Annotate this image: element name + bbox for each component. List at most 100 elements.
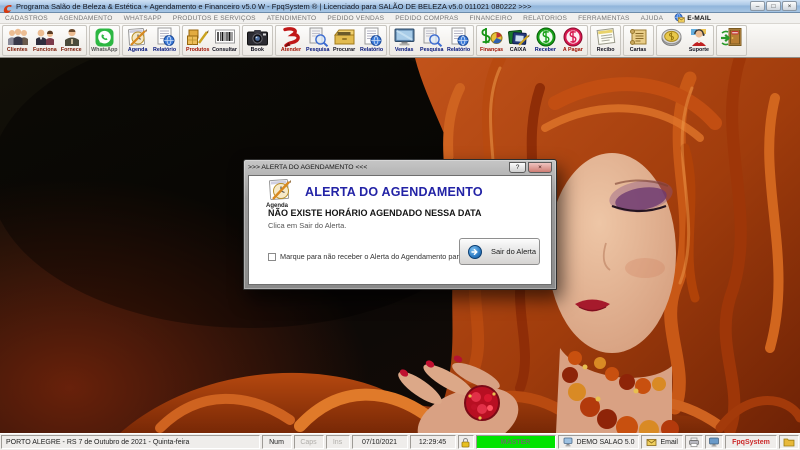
alert-dialog: >>> ALERTA DO AGENDAMENTO <<< ? × Agenda — [243, 159, 557, 290]
menu-item-pedido-compras[interactable]: PEDIDO COMPRAS — [395, 15, 458, 22]
menu-item-whatsapp[interactable]: WHATSAPP — [124, 15, 162, 22]
titlebar: Programa Salão de Beleza & Estética + Ag… — [0, 0, 800, 14]
menu-item-ajuda[interactable]: AJUDA — [641, 15, 664, 22]
toolbar-button-cashbox[interactable]: CAIXA — [505, 26, 532, 55]
cashbox-icon — [507, 27, 530, 47]
barcode-icon — [214, 27, 236, 47]
monitor-icon — [393, 27, 416, 47]
toolbar-button-label: Cartas — [630, 47, 647, 53]
toolbar-button-report[interactable]: Relatório — [445, 26, 472, 55]
toolbar-button-monitor[interactable]: Vendas — [391, 26, 418, 55]
email-icon — [647, 438, 657, 446]
menubar: CADASTROS AGENDAMENTO WHATSAPP PRODUTOS E S… — [0, 13, 800, 24]
blue-arrow-icon — [468, 244, 482, 259]
menu-item-produtos-e-servi-os[interactable]: PRODUTOS E SERVIÇOS — [173, 15, 256, 22]
toolbar-group: Agenda Relatório — [122, 25, 180, 56]
toolbar-button-label: Pesquisa — [419, 47, 444, 53]
toolbar-button-search-doc[interactable]: Pesquisa — [418, 26, 445, 55]
toolbar-button-report[interactable]: Relatório — [358, 26, 385, 55]
statusbar: PORTO ALEGRE - RS 7 de Outubro de 2021 -… — [0, 433, 800, 450]
toolbar-button-receipt[interactable]: Recibo — [592, 26, 619, 55]
menu-item-e-mail[interactable]: E-MAIL — [674, 13, 711, 23]
toolbar-button-whatsapp[interactable]: WhatsApp — [91, 26, 118, 55]
whatsapp-icon — [95, 27, 114, 47]
computer-icon — [563, 437, 572, 447]
minimize-button[interactable]: – — [750, 1, 765, 11]
menu-item-label: E-MAIL — [687, 14, 712, 22]
toolbar-button-agenda[interactable]: Agenda — [124, 26, 151, 55]
toolbar-button-label: Consultar — [212, 47, 237, 53]
toolbar-button-exit[interactable] — [718, 26, 745, 55]
menu-item-label: CADASTROS — [5, 14, 48, 22]
toolbar-button-finance[interactable]: Finanças — [478, 26, 505, 55]
search-doc-icon — [421, 27, 443, 47]
toolbar-button-suppliers[interactable]: Fornece — [58, 26, 85, 55]
toolbar-group: Suporte — [656, 25, 714, 56]
toolbar-button-label: Relatório — [446, 47, 471, 53]
drawer-icon — [333, 27, 356, 47]
toolbar-button-search-doc[interactable]: Pesquisa — [304, 26, 331, 55]
toolbar-group: Finanças CAIXA Receber A Pagar — [476, 25, 588, 56]
menu-item-label: FINANCEIRO — [469, 14, 513, 22]
suppliers-icon — [60, 27, 84, 47]
toolbar-button-label: Finanças — [479, 47, 504, 53]
exit-alert-button[interactable]: Sair do Alerta — [459, 238, 540, 265]
toolbar-button-drawer[interactable]: Procurar — [331, 26, 358, 55]
menu-item-label: PRODUTOS E SERVIÇOS — [172, 14, 256, 22]
toolbar-button-label: Funciona — [32, 47, 57, 53]
dialog-close-button[interactable]: × — [528, 162, 552, 173]
menu-item-ferramentas[interactable]: FERRAMENTAS — [578, 15, 630, 22]
toolbar-button-clients[interactable]: Clientes — [4, 26, 31, 55]
status-date: 07/10/2021 — [351, 435, 408, 449]
suppress-alert-checkbox[interactable] — [268, 252, 276, 261]
menu-item-pedido-vendas[interactable]: PEDIDO VENDAS — [327, 15, 384, 22]
toolbar-button-coin[interactable] — [658, 26, 685, 55]
toolbar-button-barcode[interactable]: Consultar — [211, 26, 238, 55]
search-doc-icon — [307, 27, 329, 47]
menu-item-label: AGENDAMENTO — [58, 14, 113, 22]
toolbar-button-report[interactable]: Relatório — [151, 26, 178, 55]
printer-icon[interactable] — [685, 435, 703, 449]
menu-item-cadastros[interactable]: CADASTROS — [5, 15, 48, 22]
toolbar-button-products[interactable]: Produtos — [184, 26, 211, 55]
menu-item-label: RELATORIOS — [523, 14, 568, 22]
lock-icon — [457, 435, 474, 449]
toolbar-button-label: CAIXA — [510, 47, 527, 53]
dialog-heading: ALERTA DO AGENDAMENTO — [305, 185, 483, 199]
maximize-button[interactable]: □ — [766, 1, 781, 11]
close-button[interactable]: × — [782, 1, 797, 11]
menu-item-financeiro[interactable]: FINANCEIRO — [469, 15, 512, 22]
alert-dialog-titlebar[interactable]: >>> ALERTA DO AGENDAMENTO <<< ? × — [248, 160, 552, 175]
menu-item-label: ATENDIMENTO — [266, 14, 317, 22]
toolbar-button-label: Relatório — [152, 47, 177, 53]
toolbar-button-letters[interactable]: Cartas — [625, 26, 652, 55]
toolbar-button-label: Agenda — [127, 47, 148, 53]
coin-icon — [660, 27, 683, 47]
toolbar-button-attend[interactable]: Atender — [277, 26, 304, 55]
toolbar-button-label: Relatório — [359, 47, 384, 53]
support-icon — [688, 27, 710, 47]
toolbar-button-label: Fornece — [61, 47, 82, 53]
report-icon — [448, 27, 470, 47]
toolbar-button-pay[interactable]: A Pagar — [559, 26, 586, 55]
toolbar: Clientes Funciona Fornece WhatsApp Agenda Rel… — [0, 24, 800, 58]
menu-item-relatorios[interactable]: RELATORIOS — [523, 15, 567, 22]
toolbar-button-receive[interactable]: Receber — [532, 26, 559, 55]
dialog-help-button[interactable]: ? — [509, 162, 526, 173]
report-icon — [361, 27, 383, 47]
menu-item-agendamento[interactable]: AGENDAMENTO — [59, 15, 113, 22]
toolbar-button-support[interactable]: Suporte — [685, 26, 712, 55]
toolbar-button-label: Vendas — [395, 47, 414, 53]
status-email[interactable]: Email — [641, 435, 683, 449]
menu-item-label: PEDIDO COMPRAS — [395, 14, 459, 22]
camera-icon — [246, 27, 269, 47]
toolbar-group: WhatsApp — [89, 25, 120, 56]
letters-icon — [628, 27, 650, 47]
toolbar-button-employees[interactable]: Funciona — [31, 26, 58, 55]
clients-icon — [6, 27, 30, 47]
menu-item-atendimento[interactable]: ATENDIMENTO — [267, 15, 317, 22]
toolbar-group: Cartas — [623, 25, 654, 56]
monitor-icon[interactable] — [705, 435, 723, 449]
receive-icon — [536, 27, 556, 47]
toolbar-button-camera[interactable]: Book — [244, 26, 271, 55]
